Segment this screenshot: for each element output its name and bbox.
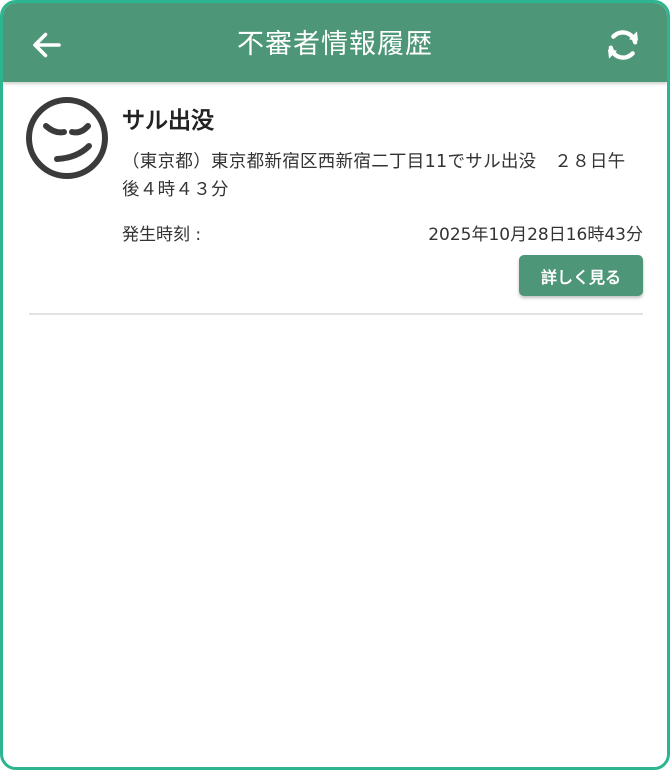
time-value: 2025年10月28日16時43分 (428, 225, 643, 245)
refresh-icon[interactable] (603, 25, 643, 65)
item-description: （東京都）東京都新宿区西新宿二丁目11でサル出没 ２８日午後４時４３分 (122, 152, 626, 200)
sneaky-face-icon (26, 97, 108, 179)
app-frame: 不審者情報履歴 サル出没 （東京都）東京都新宿区西新宿二丁目11でサル出没 ２８… (0, 0, 670, 770)
page-title: 不審者情報履歴 (237, 29, 433, 60)
item-title: サル出没 (122, 108, 214, 134)
list-item: サル出没 （東京都）東京都新宿区西新宿二丁目11でサル出没 ２８日午後４時４３分… (25, 93, 643, 315)
divider (29, 313, 643, 315)
view-details-button[interactable]: 詳しく見る (519, 255, 643, 296)
time-label: 発生時刻 : (122, 225, 202, 245)
app-header: 不審者情報履歴 (3, 3, 667, 82)
